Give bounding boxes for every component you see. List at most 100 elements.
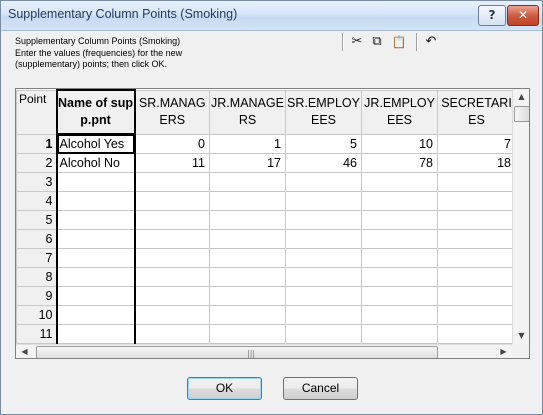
value-cell[interactable]: 46 [285,153,362,173]
row-number[interactable]: 6 [16,229,57,249]
value-cell[interactable] [134,210,210,230]
value-cell[interactable] [285,286,362,306]
name-column-header[interactable]: Name of supp.pnt [55,89,136,135]
value-cell[interactable] [361,172,438,192]
undo-icon[interactable]: ↶ [422,33,440,51]
paste-icon[interactable]: 📋 [390,33,408,51]
value-cell[interactable] [437,324,516,344]
point-name-cell[interactable] [55,229,136,249]
point-name-cell[interactable] [55,248,136,268]
value-cell[interactable] [285,191,362,211]
value-cell[interactable]: 7 [437,133,516,154]
row-number[interactable]: 3 [16,172,57,192]
value-cell[interactable] [361,210,438,230]
value-cell[interactable] [285,267,362,287]
value-cell[interactable]: 18 [437,153,516,173]
value-cell[interactable] [285,210,362,230]
value-cell[interactable] [209,267,286,287]
row-number[interactable]: 11 [16,324,57,344]
scroll-up-icon[interactable]: ▲ [513,89,529,105]
copy-icon[interactable]: ⧉ [368,33,386,51]
value-cell[interactable] [134,248,210,268]
value-cell[interactable] [437,229,516,249]
close-button[interactable]: ✕ [507,5,539,26]
value-cell[interactable]: 1 [209,133,286,154]
value-cell[interactable]: 17 [209,153,286,173]
horizontal-scrollbar[interactable]: ◀ ||| ▶ [16,344,512,358]
value-cell[interactable] [209,229,286,249]
value-cell[interactable] [209,305,286,325]
row-number[interactable]: 9 [16,286,57,306]
row-number[interactable]: 5 [16,210,57,230]
point-name-cell[interactable]: Alcohol No [55,153,136,173]
value-cell[interactable] [361,324,438,344]
horizontal-scroll-thumb[interactable]: ||| [36,346,438,358]
value-cell[interactable] [437,191,516,211]
row-number[interactable]: 10 [16,305,57,325]
scroll-right-icon[interactable]: ▶ [495,345,512,358]
point-name-cell[interactable] [55,172,136,192]
value-cell[interactable] [361,191,438,211]
value-cell[interactable]: 78 [361,153,438,173]
value-cell[interactable] [361,286,438,306]
value-cell[interactable] [437,210,516,230]
value-cell[interactable] [285,324,362,344]
value-cell[interactable] [209,324,286,344]
point-name-cell[interactable] [55,324,136,344]
scroll-left-icon[interactable]: ◀ [16,345,33,358]
value-cell[interactable] [437,248,516,268]
value-cell[interactable] [134,267,210,287]
value-cell[interactable] [285,305,362,325]
spreadsheet-grid[interactable]: Point Name of supp.pnt SR.MANAGERS JR.MA… [15,88,530,359]
point-name-cell[interactable]: Alcohol Yes [55,133,136,154]
value-cell[interactable] [437,172,516,192]
value-cell[interactable] [437,267,516,287]
row-number[interactable]: 1 [16,133,57,154]
value-cell[interactable] [361,229,438,249]
value-cell[interactable] [361,267,438,287]
value-cell[interactable] [209,191,286,211]
help-button[interactable]: ? [478,5,506,26]
value-cell[interactable] [361,248,438,268]
value-cell[interactable]: 11 [134,153,210,173]
value-cell[interactable]: 10 [361,133,438,154]
value-cell[interactable] [285,229,362,249]
column-header[interactable]: JR.MANAGERS [209,89,286,135]
cancel-button[interactable]: Cancel [283,377,358,400]
value-cell[interactable] [134,191,210,211]
value-cell[interactable] [134,324,210,344]
value-cell[interactable] [437,286,516,306]
point-name-cell[interactable] [55,191,136,211]
value-cell[interactable] [285,248,362,268]
column-header[interactable]: SECRETARIES [437,89,516,135]
column-header[interactable]: SR.MANAGERS [134,89,210,135]
point-name-cell[interactable] [55,305,136,325]
value-cell[interactable] [134,286,210,306]
value-cell[interactable]: 5 [285,133,362,154]
value-cell[interactable] [134,305,210,325]
point-name-cell[interactable] [55,286,136,306]
value-cell[interactable] [209,286,286,306]
value-cell[interactable] [209,248,286,268]
row-number[interactable]: 7 [16,248,57,268]
value-cell[interactable] [134,172,210,192]
vertical-scrollbar[interactable]: ▲ ▼ [512,89,529,344]
cut-icon[interactable]: ✂ [348,33,366,51]
row-number[interactable]: 4 [16,191,57,211]
value-cell[interactable] [134,229,210,249]
value-cell[interactable] [209,210,286,230]
ok-button[interactable]: OK [187,377,262,400]
point-name-cell[interactable] [55,210,136,230]
value-cell[interactable] [361,305,438,325]
value-cell[interactable]: 0 [134,133,210,154]
scroll-down-icon[interactable]: ▼ [513,328,529,344]
column-header[interactable]: JR.EMPLOYEES [361,89,438,135]
vertical-scroll-thumb[interactable] [514,106,529,122]
row-number[interactable]: 8 [16,267,57,287]
column-header[interactable]: SR.EMPLOYEES [285,89,362,135]
value-cell[interactable] [437,305,516,325]
value-cell[interactable] [285,172,362,192]
point-name-cell[interactable] [55,267,136,287]
value-cell[interactable] [209,172,286,192]
row-number[interactable]: 2 [16,153,57,173]
